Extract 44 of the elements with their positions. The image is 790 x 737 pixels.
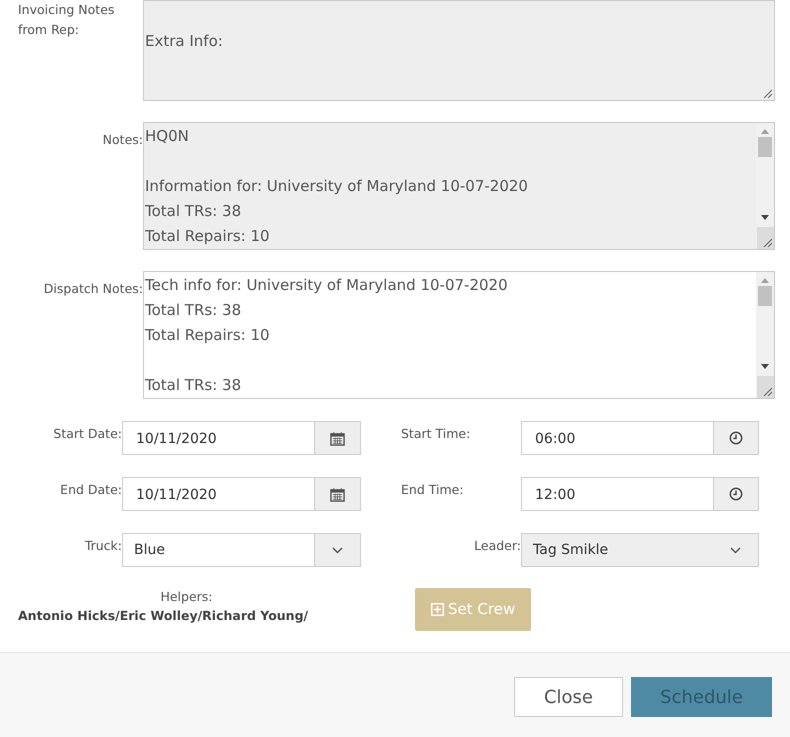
scrollbar-thumb[interactable] — [758, 286, 772, 306]
note-line: Extra Info: — [145, 31, 223, 52]
field-label: Start Date: — [52, 425, 122, 443]
select-field: Tag Smikle — [521, 533, 759, 567]
date-field[interactable]: 10/11/2020 — [122, 477, 361, 511]
scrollbar-corner — [756, 376, 774, 398]
field-label: Invoicing Notes from Rep: — [17, 1, 116, 39]
resize-handle-icon[interactable] — [763, 238, 772, 247]
field-label: End Date: — [59, 481, 122, 499]
note-line: Total TRs: 38 — [145, 201, 242, 222]
date-field[interactable]: 10/11/2020 — [122, 421, 361, 455]
field-label: Truck: — [84, 537, 122, 555]
scrollbar[interactable] — [756, 272, 774, 398]
note-line: Tech info for: University of Maryland 10-07-2020 — [145, 275, 508, 296]
time-field[interactable]: 12:00 — [521, 477, 759, 511]
resize-handle-icon[interactable] — [763, 387, 772, 396]
close-button[interactable]: Close — [514, 677, 623, 717]
note-line: Total Repairs: 10 — [145, 325, 270, 346]
clock-icon — [729, 487, 743, 501]
helpers-names: Antonio Hicks/Eric Wolley/Richard Young/ — [18, 606, 308, 625]
note-line: HQ0N — [145, 126, 189, 147]
scrollbar-corner — [756, 227, 774, 249]
note-line: Total TRs: 38 — [145, 300, 242, 321]
caret-down-icon — [332, 546, 343, 554]
note-line: Total TRs: 38 — [145, 375, 242, 396]
resize-handle-icon[interactable] — [763, 89, 772, 98]
calendar-icon — [330, 430, 345, 446]
note-line: Total Repairs: 10 — [145, 226, 270, 247]
scroll-up-arrow-icon[interactable] — [761, 278, 769, 283]
select-field[interactable]: Blue — [122, 533, 361, 567]
scroll-down-arrow-icon[interactable] — [761, 364, 769, 369]
caret-down-icon — [730, 546, 740, 554]
clock-icon — [729, 431, 743, 445]
field-label: End Time: — [400, 481, 465, 499]
field-label: Leader: — [473, 537, 521, 555]
field-label: Dispatch Notes: — [42, 280, 143, 298]
field-label: Start Time: — [400, 425, 472, 443]
time-field[interactable]: 06:00 — [521, 421, 759, 455]
helpers-label: Helpers: — [159, 588, 214, 606]
plus-square-icon — [431, 603, 444, 616]
calendar-icon — [330, 486, 345, 502]
field-label: Notes: — [102, 131, 143, 149]
notes-field[interactable]: Tech info for: University of Maryland 10-07-2020 Total TRs: 38 Total Repairs: 10 Total TRs: 38 — [143, 271, 775, 399]
note-line: Information for: University of Maryland 10-07-2020 — [145, 176, 528, 197]
